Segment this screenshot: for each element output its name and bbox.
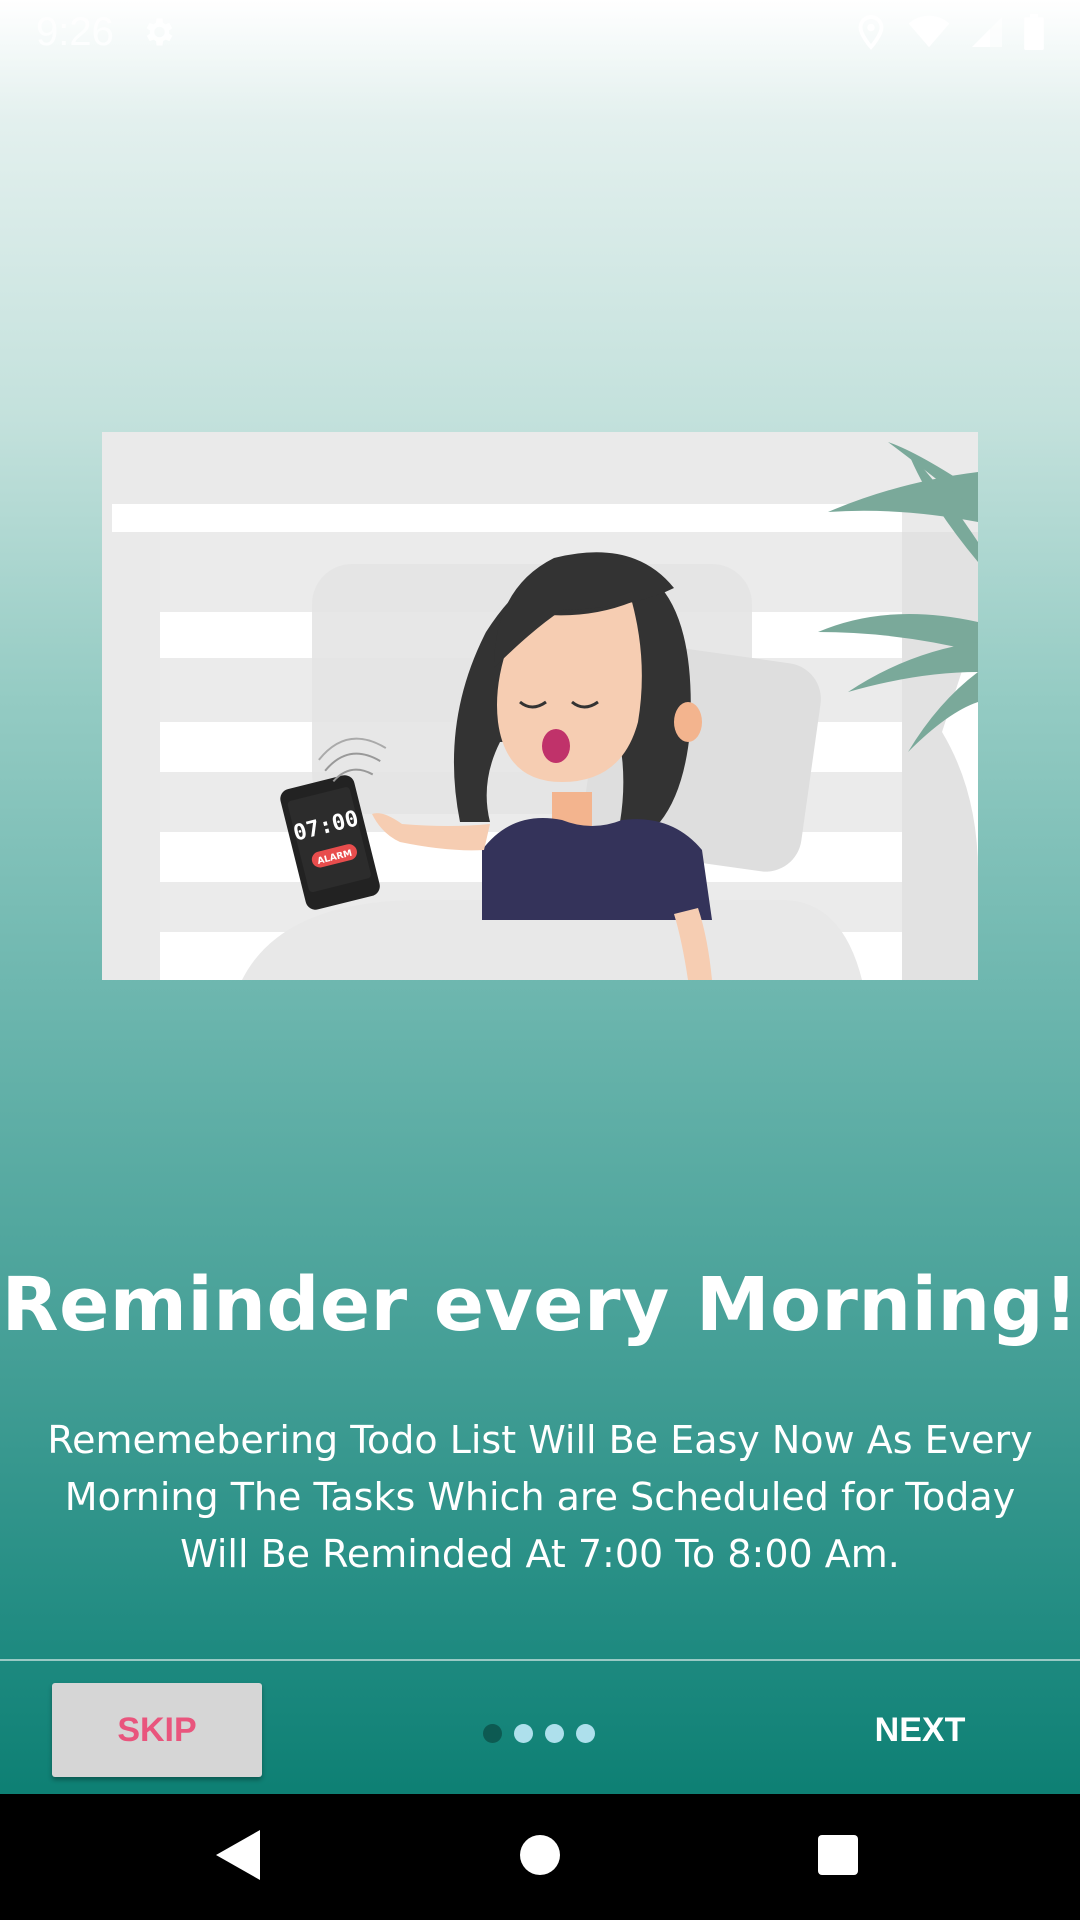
back-icon	[216, 1830, 260, 1884]
settings-icon	[140, 14, 176, 50]
signal-icon	[972, 16, 1002, 48]
back-button[interactable]	[168, 1794, 308, 1920]
battery-icon	[1024, 14, 1044, 50]
location-icon	[856, 14, 886, 50]
page-dot-1	[483, 1724, 502, 1743]
status-bar: 9:26	[0, 0, 1080, 64]
system-nav-bar	[0, 1794, 1080, 1920]
page-dot-2	[514, 1724, 533, 1743]
sleeping-woman-illustration: 07:00 ALARM	[102, 432, 978, 980]
home-icon	[520, 1835, 560, 1879]
wifi-icon	[908, 15, 950, 49]
recents-button[interactable]	[768, 1794, 908, 1920]
home-button[interactable]	[470, 1794, 610, 1920]
status-time: 9:26	[36, 9, 114, 54]
onboarding-description: Rememebering Todo List Will Be Easy Now …	[47, 1418, 1033, 1576]
status-right	[856, 14, 1044, 50]
skip-button[interactable]: SKIP	[52, 1683, 262, 1777]
onboarding-illustration: 07:00 ALARM	[102, 432, 978, 980]
page-dot-3	[545, 1724, 564, 1743]
page-dot-4	[576, 1724, 595, 1743]
onboarding-bottom-bar: SKIP NEXT	[0, 1661, 1080, 1794]
recents-icon	[818, 1835, 858, 1879]
page-indicator	[483, 1724, 595, 1743]
onboarding-title: Reminder every Morning!	[1, 1262, 1079, 1348]
status-left: 9:26	[36, 10, 176, 55]
next-button[interactable]: NEXT	[840, 1683, 1000, 1777]
